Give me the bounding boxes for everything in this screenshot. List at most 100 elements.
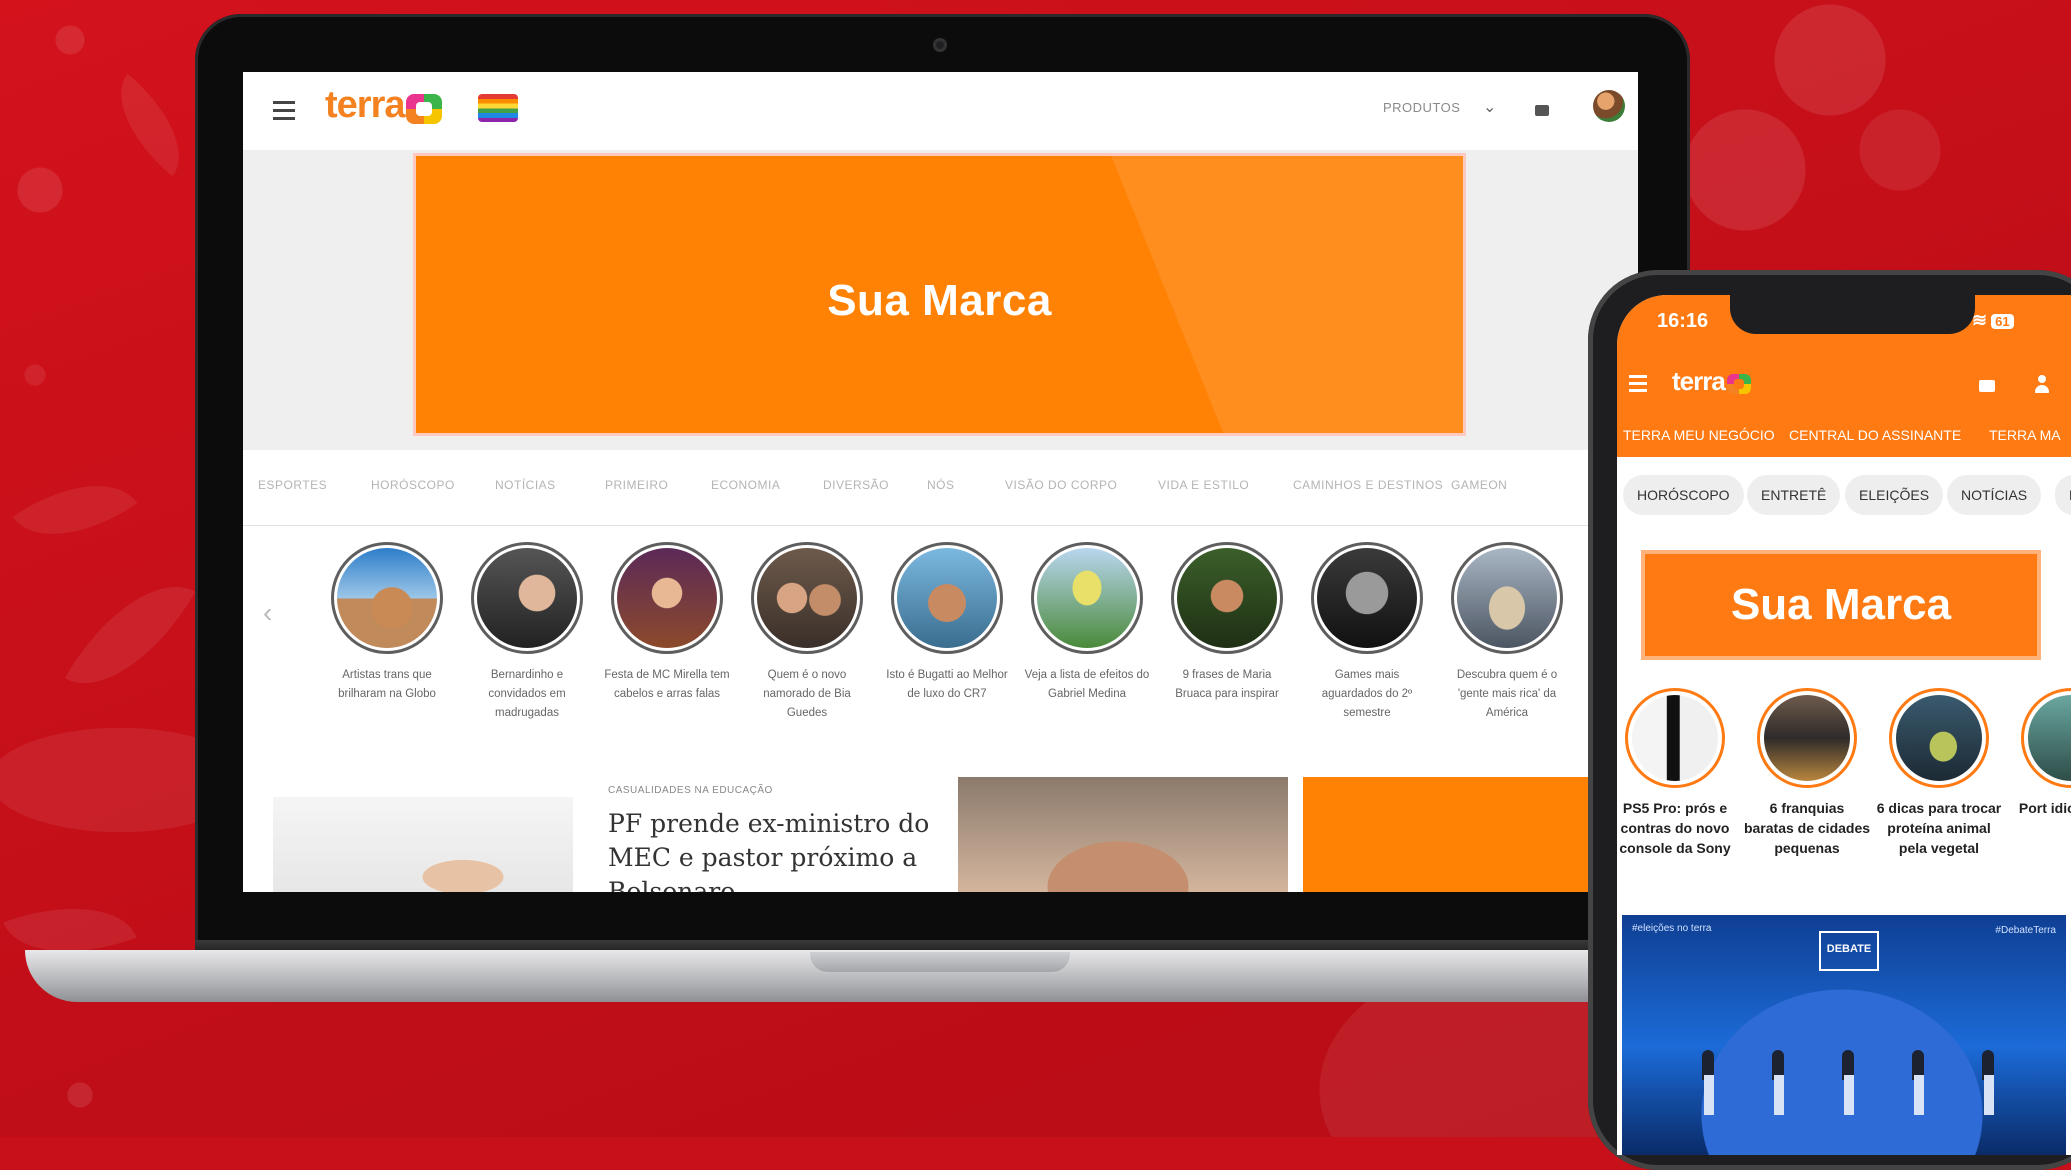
nav-item[interactable]: GAMEON xyxy=(1451,478,1507,492)
story-thumbnail xyxy=(1037,548,1137,648)
phone-screen: 16:16 ≋ 61 terra TERRA MEU NEGÓCIO CENTRA… xyxy=(1617,295,2071,1155)
story-item[interactable]: Isto é Bugatti ao Melhor de luxo do CR7 xyxy=(883,542,1011,704)
sub-nav-item[interactable]: TERRA MEU NEGÓCIO xyxy=(1623,427,1775,443)
story-thumbnail xyxy=(897,548,997,648)
story-item[interactable]: Port idioma 300 xyxy=(2007,688,2071,818)
story-thumbnail xyxy=(477,548,577,648)
video-tag: #eleições no terra xyxy=(1632,923,1712,934)
ad-text: Sua Marca xyxy=(1730,580,1952,629)
status-time: 16:16 xyxy=(1657,310,1709,332)
terra-logo[interactable]: terra xyxy=(1672,366,1726,397)
app-header: terra xyxy=(1617,355,2071,415)
story-caption: 6 franquias baratas de cidades pequenas xyxy=(1743,800,1871,856)
terra-logo-mark-icon xyxy=(406,94,442,124)
story-caption: Games mais aguardados do 2º semestre xyxy=(1321,669,1413,719)
news-photo[interactable] xyxy=(958,777,1288,892)
story-item[interactable]: Artistas trans que brilharam na Globo xyxy=(323,542,451,704)
laptop-camera xyxy=(933,38,947,52)
news-kicker: CASUALIDADES NA EDUCAÇÃO xyxy=(608,785,773,796)
ad-area: Sua Marca xyxy=(243,150,1638,450)
story-item[interactable]: Veja a lista de efeitos do Gabriel Medin… xyxy=(1023,542,1151,704)
news-photo[interactable] xyxy=(273,797,573,892)
story-caption: Quem é o novo namorado de Bia Guedes xyxy=(763,669,851,719)
story-item[interactable]: 6 franquias baratas de cidades pequenas xyxy=(1743,688,1871,858)
mail-icon[interactable] xyxy=(1535,105,1549,116)
terra-logo[interactable]: terra xyxy=(325,84,405,127)
pride-flag-icon xyxy=(478,94,518,122)
story-caption: Descubra quem é o 'gente mais rica' da A… xyxy=(1456,669,1558,719)
story-thumbnail xyxy=(1177,548,1277,648)
nav-item[interactable]: VISÃO DO CORPO xyxy=(1005,478,1117,492)
stories-carousel: ‹ Artistas trans que brilharam na Globo … xyxy=(243,542,1638,802)
story-thumbnail xyxy=(1896,695,1982,781)
terra-logo-mark-icon xyxy=(1727,374,1751,394)
podium xyxy=(1774,1075,1784,1115)
news-row: CASUALIDADES NA EDUCAÇÃO PF prende ex-mi… xyxy=(243,777,1638,892)
podium xyxy=(1844,1075,1854,1115)
ad-text: Sua Marca xyxy=(827,276,1052,325)
chip[interactable]: NOTÍCIAS xyxy=(1947,475,2042,515)
story-thumbnail xyxy=(1764,695,1850,781)
ad-banner[interactable]: Sua Marca xyxy=(1641,550,2041,660)
stories-carousel: PS5 Pro: prós e contras do novo console … xyxy=(1617,688,2071,888)
nav-item[interactable]: ECONOMIA xyxy=(711,478,780,492)
mail-icon[interactable] xyxy=(1979,380,1995,392)
story-caption: Veja a lista de efeitos do Gabriel Medin… xyxy=(1024,669,1150,700)
video-hashtag: #DebateTerra xyxy=(1995,925,2056,936)
story-item[interactable]: Festa de MC Mirella tem cabelos e arras … xyxy=(603,542,731,704)
nav-item[interactable]: PRIMEIRO xyxy=(605,478,668,492)
laptop-screen: terra PRODUTOS ⌄ Sua Marca ESPORTES HORÓ… xyxy=(243,72,1638,892)
nav-item[interactable]: DIVERSÃO xyxy=(823,478,889,492)
chip[interactable]: HORÓSCOPO xyxy=(1623,475,1744,515)
story-caption: Port idioma 300 xyxy=(2018,800,2071,816)
category-nav: ESPORTES HORÓSCOPO NOTÍCIAS PRIMEIRO ECO… xyxy=(243,450,1638,526)
story-caption: Festa de MC Mirella tem cabelos e arras … xyxy=(604,669,730,700)
debate-video[interactable]: #eleições no terra #DebateTerra DEBATE xyxy=(1622,915,2066,1155)
sub-nav-item[interactable]: TERRA MA xyxy=(1989,427,2061,443)
laptop-notch xyxy=(810,952,1070,972)
story-item[interactable]: 6 dicas para trocar proteína animal pela… xyxy=(1875,688,2003,858)
story-item[interactable]: Quem é o novo namorado de Bia Guedes xyxy=(743,542,871,723)
chevron-left-icon[interactable]: ‹ xyxy=(263,597,272,629)
battery-icon: 61 xyxy=(1991,314,2014,329)
debate-logo: DEBATE xyxy=(1819,931,1879,971)
chip[interactable]: ELEIÇÕES xyxy=(1845,475,1944,515)
nav-item[interactable]: VIDA E ESTILO xyxy=(1158,478,1249,492)
story-caption: Bernardinho e convidados em madrugadas xyxy=(488,669,566,719)
ad-banner[interactable]: Sua Marca xyxy=(413,153,1466,436)
avatar[interactable] xyxy=(1593,90,1625,122)
menu-icon[interactable] xyxy=(273,101,295,125)
story-caption: PS5 Pro: prós e contras do novo console … xyxy=(1619,800,1731,856)
nav-item[interactable]: ESPORTES xyxy=(258,478,327,492)
story-item[interactable]: 9 frases de Maria Bruaca para inspirar xyxy=(1163,542,1291,704)
chevron-down-icon[interactable]: ⌄ xyxy=(1483,97,1496,117)
chip[interactable]: ENTRETÊ xyxy=(1747,475,1841,515)
story-thumbnail xyxy=(1457,548,1557,648)
story-item[interactable]: Descubra quem é o 'gente mais rica' da A… xyxy=(1443,542,1571,723)
sub-nav: TERRA MEU NEGÓCIO CENTRAL DO ASSINANTE T… xyxy=(1617,415,2071,457)
story-thumbnail xyxy=(2028,695,2071,781)
story-thumbnail xyxy=(337,548,437,648)
nav-item[interactable]: NOTÍCIAS xyxy=(495,478,556,492)
site-header: terra PRODUTOS ⌄ xyxy=(243,72,1638,150)
products-menu[interactable]: PRODUTOS xyxy=(1383,100,1460,115)
news-headline[interactable]: PF prende ex-ministro do MEC e pastor pr… xyxy=(608,807,948,892)
nav-item[interactable]: NÓS xyxy=(927,478,955,492)
story-item[interactable]: Bernardinho e convidados em madrugadas xyxy=(463,542,591,723)
phone-notch xyxy=(1730,294,1975,334)
nav-item[interactable]: CAMINHOS E DESTINOS xyxy=(1293,478,1443,492)
story-item[interactable]: PS5 Pro: prós e contras do novo console … xyxy=(1617,688,1739,858)
chip[interactable]: E xyxy=(2055,475,2071,515)
menu-icon[interactable] xyxy=(1629,375,1647,396)
podium xyxy=(1984,1075,1994,1115)
sub-nav-item[interactable]: CENTRAL DO ASSINANTE xyxy=(1789,427,1961,443)
category-chips: HORÓSCOPO ENTRETÊ ELEIÇÕES NOTÍCIAS E xyxy=(1617,475,2071,519)
story-thumbnail xyxy=(1317,548,1417,648)
story-caption: 9 frases de Maria Bruaca para inspirar xyxy=(1175,669,1279,700)
nav-item[interactable]: HORÓSCOPO xyxy=(371,478,455,492)
user-icon[interactable] xyxy=(2035,375,2049,393)
story-item[interactable]: Games mais aguardados do 2º semestre xyxy=(1303,542,1431,723)
story-thumbnail xyxy=(1632,695,1718,781)
status-icons: ≋ 61 xyxy=(1972,310,2014,331)
story-thumbnail xyxy=(757,548,857,648)
